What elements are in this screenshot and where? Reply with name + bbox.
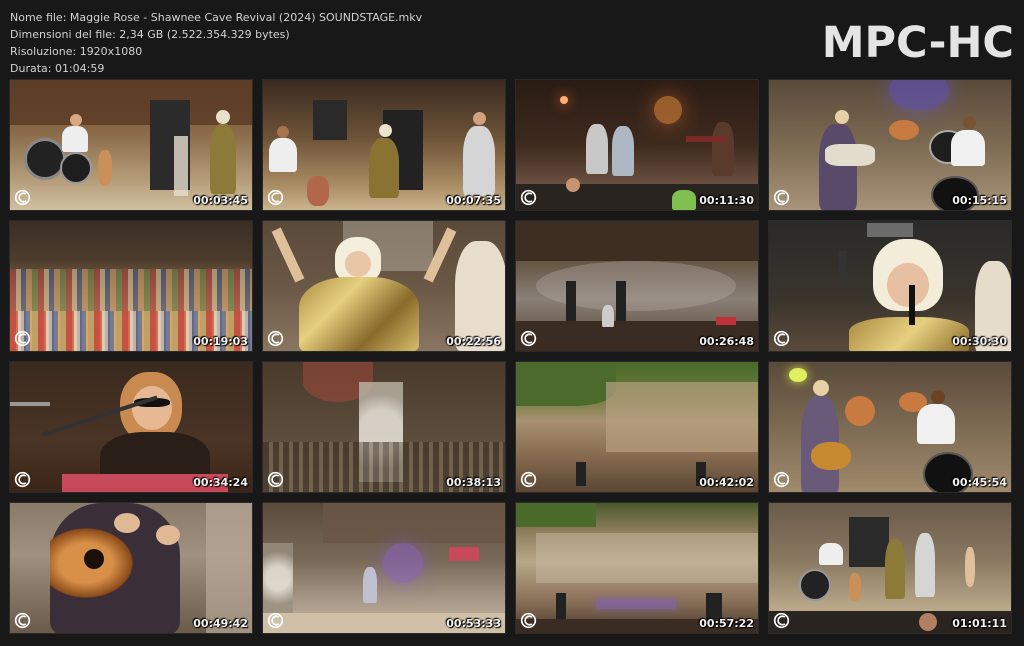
timestamp: 00:38:13 <box>446 476 501 489</box>
thumbnail[interactable]: 00:38:13 <box>262 361 506 493</box>
thumbnail-image <box>263 503 505 633</box>
thumbnail-image <box>516 503 758 633</box>
channel-logo-icon <box>773 189 790 206</box>
timestamp: 00:07:35 <box>446 194 501 207</box>
timestamp: 00:57:22 <box>699 617 754 630</box>
channel-logo-icon <box>520 471 537 488</box>
thumbnail[interactable]: 00:15:15 <box>768 79 1012 211</box>
thumbnail-grid: 00:03:45 00:07:35 00:11:30 00:15:15 00:1… <box>9 79 1012 634</box>
thumbnail[interactable]: 00:26:48 <box>515 220 759 352</box>
channel-logo-icon <box>773 471 790 488</box>
channel-logo-icon <box>14 612 31 629</box>
thumbnail[interactable]: 00:22:56 <box>262 220 506 352</box>
thumbnail[interactable]: 00:42:02 <box>515 361 759 493</box>
channel-logo-icon <box>267 612 284 629</box>
thumbnail[interactable]: 00:07:35 <box>262 79 506 211</box>
thumbnail[interactable]: 00:53:33 <box>262 502 506 634</box>
timestamp: 00:53:33 <box>446 617 501 630</box>
thumbnail-image <box>263 221 505 351</box>
thumbnail-image <box>263 362 505 492</box>
timestamp: 00:26:48 <box>699 335 754 348</box>
channel-logo-icon <box>14 330 31 347</box>
channel-logo-icon <box>267 330 284 347</box>
thumbnail[interactable]: 00:11:30 <box>515 79 759 211</box>
duration-line: Durata: 01:04:59 <box>10 62 105 75</box>
timestamp: 00:34:24 <box>193 476 248 489</box>
thumbnail-image <box>10 503 252 633</box>
thumbnail[interactable]: 00:03:45 <box>9 79 253 211</box>
thumbnail-image <box>769 221 1011 351</box>
thumbnail[interactable]: 00:57:22 <box>515 502 759 634</box>
thumbnail-image <box>516 362 758 492</box>
thumbnail-image <box>516 221 758 351</box>
thumbnail-image <box>769 362 1011 492</box>
thumbnail-image <box>769 503 1011 633</box>
mpc-hc-logo: MPC-HC <box>821 18 1014 68</box>
timestamp: 00:49:42 <box>193 617 248 630</box>
timestamp: 00:30:30 <box>952 335 1007 348</box>
timestamp: 00:45:54 <box>952 476 1007 489</box>
file-info: Nome file: Maggie Rose - Shawnee Cave Re… <box>10 9 422 77</box>
timestamp: 00:11:30 <box>699 194 754 207</box>
file-name-line: Nome file: Maggie Rose - Shawnee Cave Re… <box>10 11 423 24</box>
thumbnail[interactable]: 00:30:30 <box>768 220 1012 352</box>
channel-logo-icon <box>773 612 790 629</box>
timestamp: 00:03:45 <box>193 194 248 207</box>
timestamp: 01:01:11 <box>952 617 1007 630</box>
channel-logo-icon <box>14 471 31 488</box>
thumbnail-image <box>10 221 252 351</box>
channel-logo-icon <box>773 330 790 347</box>
thumbnail[interactable]: 00:45:54 <box>768 361 1012 493</box>
channel-logo-icon <box>267 189 284 206</box>
timestamp: 00:22:56 <box>446 335 501 348</box>
thumbnail-image <box>516 80 758 210</box>
thumbnail[interactable]: 00:49:42 <box>9 502 253 634</box>
timestamp: 00:15:15 <box>952 194 1007 207</box>
thumbnail[interactable]: 00:34:24 <box>9 361 253 493</box>
resolution-line: Risoluzione: 1920x1080 <box>10 45 143 58</box>
thumbnail-image <box>10 80 252 210</box>
channel-logo-icon <box>520 330 537 347</box>
thumbnail-image <box>769 80 1011 210</box>
timestamp: 00:42:02 <box>699 476 754 489</box>
channel-logo-icon <box>14 189 31 206</box>
channel-logo-icon <box>520 189 537 206</box>
channel-logo-icon <box>520 612 537 629</box>
thumbnail[interactable]: 00:19:03 <box>9 220 253 352</box>
timestamp: 00:19:03 <box>193 335 248 348</box>
channel-logo-icon <box>267 471 284 488</box>
thumbnail-image <box>10 362 252 492</box>
file-size-line: Dimensioni del file: 2,34 GB (2.522.354.… <box>10 28 290 41</box>
thumbnail[interactable]: 01:01:11 <box>768 502 1012 634</box>
thumbnail-image <box>263 80 505 210</box>
